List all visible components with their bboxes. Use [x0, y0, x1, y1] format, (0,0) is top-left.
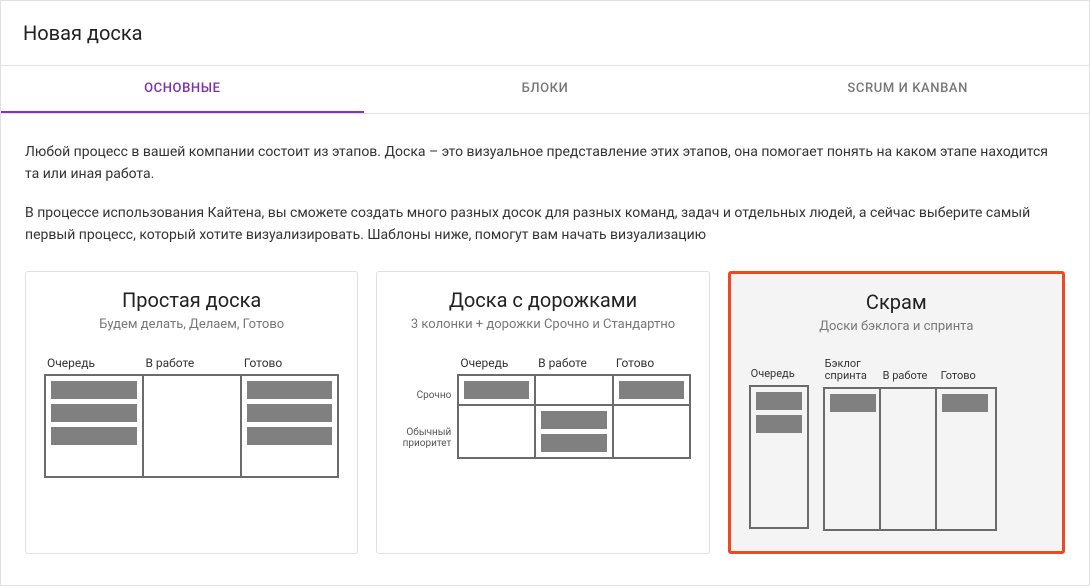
template-simple-board[interactable]: Простая доска Будем делать, Делаем, Гото… — [25, 271, 358, 554]
preview-card — [541, 411, 606, 429]
preview-cell — [614, 406, 689, 457]
preview-col — [46, 376, 144, 476]
preview-col — [825, 389, 881, 529]
lane-row — [459, 406, 688, 457]
col-label-wip: В работе — [535, 356, 613, 374]
template-title: Простая доска — [40, 288, 343, 312]
preview-col — [144, 376, 242, 476]
col-label-wip: В работе — [142, 356, 240, 374]
col-label-queue: Очередь — [749, 358, 807, 385]
lane-label-normal: Обычный приоритет — [395, 416, 451, 459]
col-label-queue: Очередь — [44, 356, 142, 374]
preview-card — [51, 404, 137, 422]
preview-cell — [459, 376, 536, 404]
preview-card — [247, 427, 333, 445]
template-subtitle: Доски бэклога и спринта — [745, 319, 1048, 334]
preview-cell — [536, 376, 613, 404]
preview-card — [830, 394, 876, 412]
preview-col — [937, 389, 993, 529]
col-label-sprint-backlog: Бэклог спринта — [823, 358, 881, 387]
preview-cell — [459, 406, 536, 457]
preview-card — [619, 381, 684, 399]
template-head: Доска с дорожками 3 колонки + дорожки Ср… — [377, 272, 708, 346]
preview-cell — [614, 376, 689, 404]
template-head: Скрам Доски бэклога и спринта — [731, 274, 1062, 348]
preview-col — [242, 376, 338, 476]
new-board-dialog: Новая доска ОСНОВНЫЕ БЛОКИ SCRUM И KANBA… — [0, 0, 1090, 586]
preview-card — [247, 381, 333, 399]
template-title: Доска с дорожками — [391, 288, 694, 312]
col-label-done: Готово — [613, 356, 691, 374]
template-swimlane-board[interactable]: Доска с дорожками 3 колонки + дорожки Ср… — [376, 271, 709, 554]
column-labels: Очередь В работе Готово — [457, 356, 690, 374]
board-preview — [44, 374, 339, 478]
preview-card — [942, 394, 988, 412]
preview-card — [247, 404, 333, 422]
column-labels: Очередь — [749, 358, 809, 385]
tabs: ОСНОВНЫЕ БЛОКИ SCRUM И KANBAN — [1, 66, 1089, 114]
template-preview: Срочно Обычный приоритет Очередь В работ… — [377, 346, 708, 553]
lane-label-urgent: Срочно — [395, 374, 451, 417]
backlog-board: Очередь — [749, 358, 809, 529]
preview-col — [881, 389, 937, 529]
dialog-title: Новая доска — [23, 21, 1067, 45]
col-label-wip: В работе — [881, 358, 939, 387]
templates-row: Простая доска Будем делать, Делаем, Гото… — [25, 271, 1065, 554]
template-preview: Очередь В работе Готово — [26, 346, 357, 553]
template-title: Скрам — [745, 290, 1048, 314]
col-label-done: Готово — [241, 356, 339, 374]
preview-card — [756, 415, 802, 433]
sprint-board: Бэклог спринта В работе Готово — [823, 358, 997, 531]
template-head: Простая доска Будем делать, Делаем, Гото… — [26, 272, 357, 346]
column-labels: Бэклог спринта В работе Готово — [823, 358, 997, 387]
col-label-done: Готово — [939, 358, 997, 387]
col-label-queue: Очередь — [457, 356, 535, 374]
preview-card — [464, 381, 529, 399]
board-preview — [823, 387, 997, 531]
tab-blocks[interactable]: БЛОКИ — [364, 66, 727, 113]
preview-card — [51, 381, 137, 399]
preview-cell — [536, 406, 613, 457]
lane-labels: Срочно Обычный приоритет — [395, 356, 457, 459]
preview-card — [756, 392, 802, 410]
description-paragraph-1: Любой процесс в вашей компании состоит и… — [25, 142, 1065, 185]
preview-card — [51, 427, 137, 445]
board-preview — [457, 374, 690, 459]
template-subtitle: 3 колонки + дорожки Срочно и Стандартно — [391, 317, 694, 332]
template-scrum-board[interactable]: Скрам Доски бэклога и спринта Очередь — [728, 271, 1065, 554]
template-subtitle: Будем делать, Делаем, Готово — [40, 317, 343, 332]
lane-row — [459, 376, 688, 406]
column-labels: Очередь В работе Готово — [44, 356, 339, 374]
template-preview: Очередь Бэклог спринта — [731, 348, 1062, 551]
dialog-body: Любой процесс в вашей компании состоит и… — [1, 114, 1089, 585]
tab-main[interactable]: ОСНОВНЫЕ — [1, 66, 364, 113]
board-preview — [749, 385, 809, 529]
description-paragraph-2: В процессе использования Кайтена, вы смо… — [25, 203, 1065, 246]
tab-scrum-kanban[interactable]: SCRUM И KANBAN — [726, 66, 1089, 113]
preview-card — [541, 434, 606, 452]
preview-col — [751, 387, 807, 527]
dialog-header: Новая доска — [1, 1, 1089, 66]
